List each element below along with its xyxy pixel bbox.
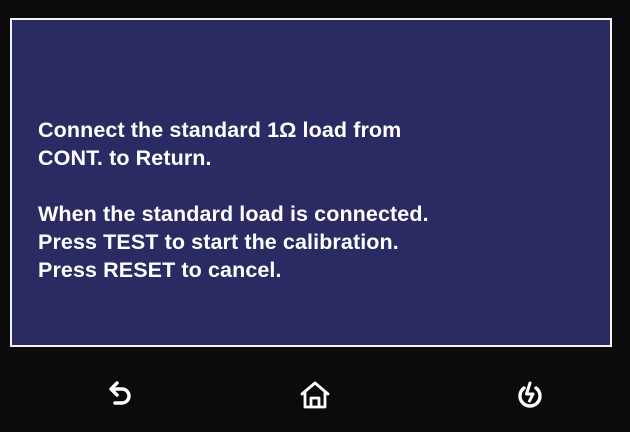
bottom-nav-bar: [0, 365, 630, 432]
back-arrow-icon: [109, 381, 131, 405]
message-line: Press RESET to cancel.: [38, 258, 282, 282]
power-icon: [518, 381, 542, 408]
power-button[interactable]: [500, 365, 560, 425]
back-button[interactable]: [90, 365, 150, 425]
message-line: Press TEST to start the calibration.: [38, 230, 399, 254]
home-icon: [300, 381, 330, 409]
message-line: When the standard load is connected.: [38, 202, 429, 226]
message-spacer: [38, 172, 590, 200]
message-line: CONT. to Return.: [38, 146, 212, 170]
message-line: Connect the standard 1Ω load from: [38, 118, 402, 142]
dialog-screen: Connect the standard 1Ω load from CONT. …: [10, 18, 612, 347]
calibration-message: Connect the standard 1Ω load from CONT. …: [38, 116, 590, 284]
home-button[interactable]: [285, 365, 345, 425]
